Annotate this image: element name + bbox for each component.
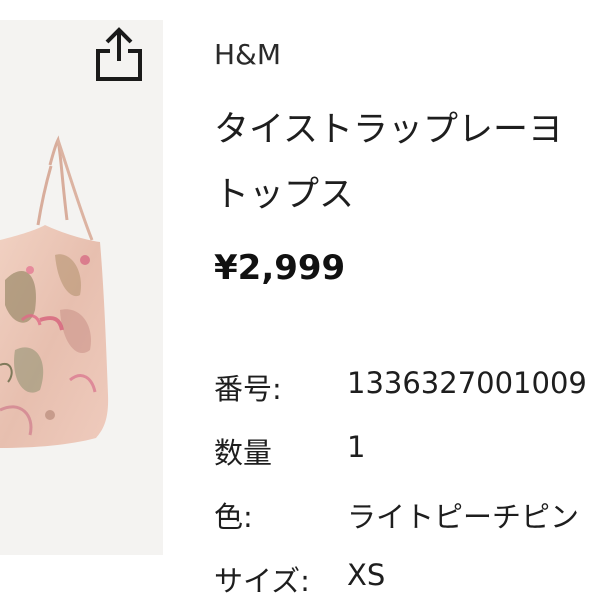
spec-label: 番号: (214, 372, 282, 406)
brand-name: H&M (214, 38, 282, 71)
product-details: H&M タイストラップレーヨ トップス ¥2,999 番号: 133632700… (214, 0, 602, 602)
product-title-line1: タイストラップレーヨ (214, 110, 563, 150)
spec-label: サイズ: (214, 564, 310, 598)
product-photo-tank-top (0, 135, 109, 448)
spec-row-color: 色: ライトピーチピン (214, 494, 602, 544)
spec-value: 1336327001009 (347, 366, 587, 400)
spec-label: 色: (214, 500, 253, 534)
spec-row-quantity: 数量 1 (214, 430, 602, 480)
spec-row-size: サイズ: XS (214, 558, 602, 602)
spec-value: XS (347, 558, 386, 592)
spec-label: 数量 (214, 436, 273, 470)
product-title: タイストラップレーヨ トップス (214, 98, 602, 228)
spec-row-number: 番号: 1336327001009 (214, 366, 602, 416)
spec-value: ライトピーチピン (347, 500, 580, 534)
product-image[interactable] (0, 20, 163, 555)
share-icon (96, 27, 142, 81)
product-price: ¥2,999 (214, 248, 346, 288)
product-title-line2: トップス (214, 175, 355, 215)
spec-value: 1 (347, 430, 366, 464)
share-button[interactable] (86, 22, 152, 88)
